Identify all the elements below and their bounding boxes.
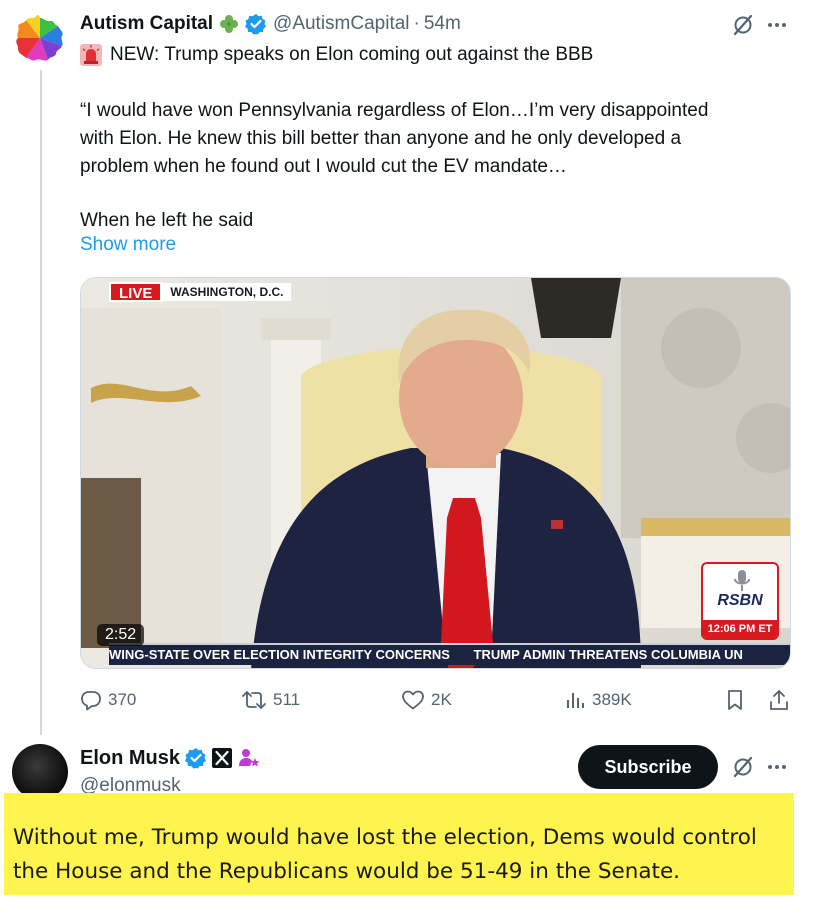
tweet-header: Elon Musk	[80, 745, 261, 771]
network-name: RSBN	[717, 592, 763, 609]
action-bar: 370 511 2K 389K	[80, 686, 792, 714]
video-duration: 2:52	[97, 624, 145, 646]
timestamp[interactable]: 54m	[424, 13, 461, 35]
live-banner: LIVE WASHINGTON, D.C.	[109, 282, 292, 302]
verified-icon	[245, 13, 267, 35]
news-ticker: WING-STATE OVER ELECTION INTEGRITY CONCE…	[109, 643, 790, 665]
repost-count: 511	[273, 690, 301, 709]
tweet-headline: NEW: Trump speaks on Elon coming out aga…	[80, 43, 780, 67]
share-icon	[770, 690, 788, 710]
bookmark-icon	[728, 690, 742, 710]
tweet-text: Without me, Trump would have lost the el…	[13, 825, 757, 884]
puzzle-avatar-icon[interactable]	[14, 12, 66, 64]
share-button[interactable]	[768, 686, 796, 714]
x-affiliate-icon[interactable]	[212, 748, 233, 768]
like-button[interactable]: 2K	[401, 686, 452, 714]
siren-icon	[80, 44, 102, 66]
author-handle[interactable]: @AutismCapital	[273, 13, 410, 35]
grok-icon[interactable]	[730, 754, 756, 780]
more-icon[interactable]	[764, 12, 790, 38]
views-icon	[567, 693, 584, 708]
repost-icon	[242, 691, 266, 709]
verified-icon	[185, 747, 207, 769]
person-star-icon	[237, 746, 261, 770]
avatar[interactable]	[12, 744, 68, 800]
like-count: 2K	[431, 690, 452, 709]
author-name[interactable]: Autism Capital	[80, 13, 213, 35]
author-name[interactable]: Elon Musk	[80, 747, 180, 770]
views-button[interactable]: 389K	[564, 686, 632, 714]
ticker-text: TRUMP ADMIN THREATENS COLUMBIA UN	[473, 647, 743, 662]
subscribe-button[interactable]: Subscribe	[578, 745, 718, 789]
clover-icon	[218, 13, 240, 35]
views-count: 389K	[592, 690, 632, 709]
reply-button[interactable]: 370	[80, 686, 136, 714]
bookmark-button[interactable]	[725, 686, 751, 714]
thread-connector-line	[40, 70, 42, 735]
microphone-icon	[734, 570, 750, 591]
headline-text: NEW: Trump speaks on Elon coming out aga…	[110, 44, 594, 65]
network-logo: RSBN 12:06 PM ET	[701, 562, 779, 640]
separator-dot: ·	[413, 13, 420, 34]
quote-line: “I would have won Pennsylvania regardles…	[80, 100, 709, 121]
video-player[interactable]: LIVE WASHINGTON, D.C. RSBN 12:06 PM ET W…	[80, 277, 791, 669]
live-badge: LIVE	[109, 282, 163, 302]
quote-line: problem when he found out I would cut th…	[80, 156, 567, 177]
like-icon	[402, 690, 424, 710]
body-last-line: When he left he said	[80, 210, 254, 231]
grok-icon[interactable]	[730, 12, 756, 38]
tweet-header: Autism Capital @AutismCapital · 54m	[80, 11, 461, 37]
more-icon[interactable]	[764, 754, 790, 780]
network-time: 12:06 PM ET	[703, 620, 777, 638]
reply-icon	[81, 691, 101, 711]
video-frame	[81, 278, 790, 668]
reply-count: 370	[108, 690, 137, 709]
repost-button[interactable]: 511	[241, 686, 300, 714]
quote-line: with Elon. He knew this bill better than…	[80, 128, 682, 149]
location-label: WASHINGTON, D.C.	[162, 283, 292, 301]
tweet-body: “I would have won Pennsylvania regardles…	[80, 97, 790, 235]
ticker-text: WING-STATE OVER ELECTION INTEGRITY CONCE…	[109, 647, 450, 662]
show-more-link[interactable]: Show more	[80, 234, 176, 256]
